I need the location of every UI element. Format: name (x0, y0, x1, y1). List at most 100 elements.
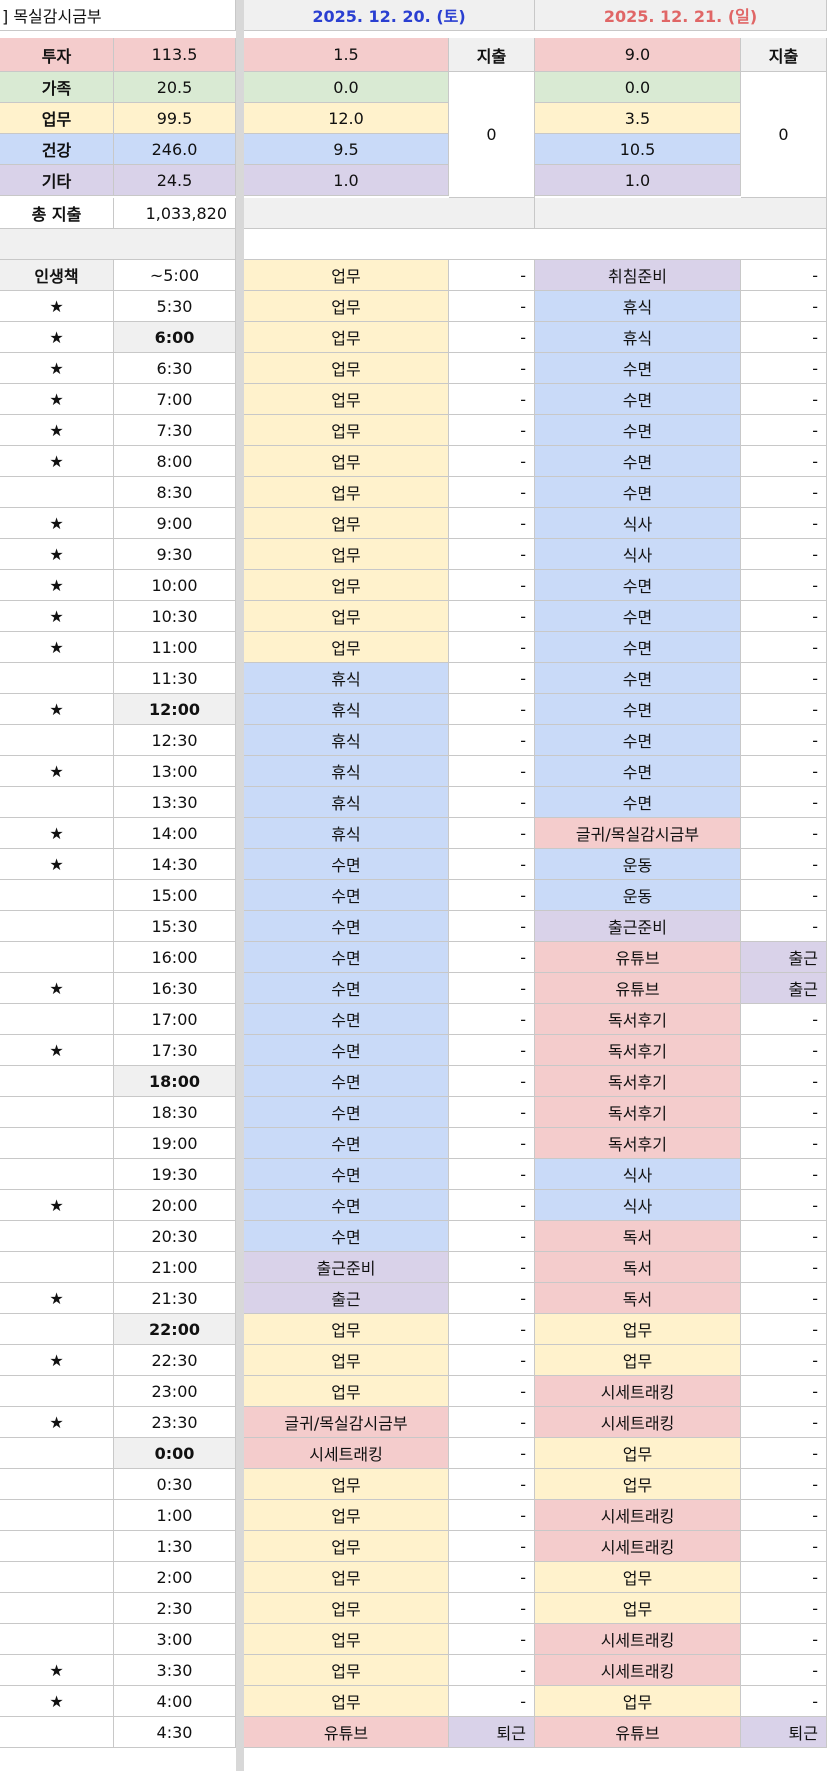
star-mark[interactable] (0, 880, 114, 911)
category-day1[interactable]: 9.5 (244, 134, 449, 165)
time-slot[interactable]: 14:30 (114, 849, 236, 880)
category-day2[interactable]: 1.0 (535, 165, 741, 196)
spend-day1[interactable]: - (449, 1686, 535, 1717)
time-slot[interactable]: 1:00 (114, 1500, 236, 1531)
spend-day1[interactable]: - (449, 508, 535, 539)
activity-day1[interactable]: 업무 (244, 446, 449, 477)
activity-day1[interactable]: 업무 (244, 415, 449, 446)
time-slot[interactable]: 0:30 (114, 1469, 236, 1500)
blank-cell-right[interactable] (244, 229, 827, 260)
category-day2[interactable]: 10.5 (535, 134, 741, 165)
spend-day1[interactable]: - (449, 1097, 535, 1128)
spend-day2[interactable]: - (741, 1562, 827, 1593)
spend-day1[interactable]: - (449, 1035, 535, 1066)
activity-day2[interactable]: 업무 (535, 1686, 741, 1717)
spend-day2[interactable]: - (741, 260, 827, 291)
star-mark[interactable] (0, 1500, 114, 1531)
activity-day1[interactable]: 업무 (244, 1500, 449, 1531)
activity-day1[interactable]: 휴식 (244, 725, 449, 756)
activity-day1[interactable]: 업무 (244, 1686, 449, 1717)
star-mark[interactable]: ★ (0, 322, 114, 353)
activity-day1[interactable]: 수면 (244, 849, 449, 880)
star-mark[interactable]: ★ (0, 1407, 114, 1438)
activity-day1[interactable]: 업무 (244, 384, 449, 415)
spend-day2[interactable]: - (741, 787, 827, 818)
category-total[interactable]: 20.5 (114, 72, 236, 103)
star-mark[interactable] (0, 1314, 114, 1345)
activity-day2[interactable]: 시세트래킹 (535, 1655, 741, 1686)
spend-day1[interactable]: - (449, 1221, 535, 1252)
spend-day2[interactable]: - (741, 1438, 827, 1469)
star-mark[interactable]: ★ (0, 1345, 114, 1376)
spend-day1[interactable]: - (449, 1190, 535, 1221)
time-slot[interactable]: 18:30 (114, 1097, 236, 1128)
time-slot[interactable]: 4:30 (114, 1717, 236, 1748)
spend-day2[interactable]: - (741, 539, 827, 570)
activity-day2[interactable]: 식사 (535, 1159, 741, 1190)
time-slot[interactable]: 21:00 (114, 1252, 236, 1283)
spend-day2[interactable]: - (741, 880, 827, 911)
spend-day2[interactable]: - (741, 1221, 827, 1252)
spend-day1[interactable]: - (449, 415, 535, 446)
activity-day2[interactable]: 유튜브 (535, 942, 741, 973)
spend-day2[interactable]: - (741, 1531, 827, 1562)
sheet-title[interactable]: ] 목실감시금부 (0, 0, 236, 32)
time-slot[interactable]: 10:00 (114, 570, 236, 601)
spend-day1[interactable]: - (449, 1128, 535, 1159)
star-mark[interactable] (0, 663, 114, 694)
category-total[interactable]: 246.0 (114, 134, 236, 165)
spend-day2[interactable]: - (741, 1035, 827, 1066)
activity-day2[interactable]: 수면 (535, 756, 741, 787)
time-slot[interactable]: 4:00 (114, 1686, 236, 1717)
spend-day1[interactable]: - (449, 384, 535, 415)
spend-day2[interactable]: - (741, 1469, 827, 1500)
spend-day2[interactable]: - (741, 911, 827, 942)
star-mark[interactable]: ★ (0, 1190, 114, 1221)
time-slot[interactable]: 17:30 (114, 1035, 236, 1066)
star-mark[interactable] (0, 1624, 114, 1655)
spend-header-day1[interactable]: 지출 (449, 38, 535, 72)
time-slot[interactable]: 7:30 (114, 415, 236, 446)
activity-day1[interactable]: 업무 (244, 632, 449, 663)
spend-day1[interactable]: - (449, 1562, 535, 1593)
star-mark[interactable] (0, 1004, 114, 1035)
activity-day1[interactable]: 업무 (244, 601, 449, 632)
activity-day2[interactable]: 독서 (535, 1283, 741, 1314)
spend-day1[interactable]: - (449, 1655, 535, 1686)
blank-cell-left[interactable] (0, 229, 236, 260)
star-mark[interactable] (0, 942, 114, 973)
activity-day2[interactable]: 휴식 (535, 291, 741, 322)
spend-day2[interactable]: - (741, 1500, 827, 1531)
activity-day2[interactable]: 취침준비 (535, 260, 741, 291)
spend-day2[interactable]: - (741, 1624, 827, 1655)
activity-day2[interactable]: 식사 (535, 539, 741, 570)
activity-day1[interactable]: 업무 (244, 1593, 449, 1624)
spend-day2[interactable]: 출근 (741, 942, 827, 973)
spend-day2[interactable]: - (741, 1407, 827, 1438)
spend-day1[interactable]: - (449, 446, 535, 477)
spend-day1[interactable]: - (449, 1314, 535, 1345)
spend-day1[interactable]: - (449, 1159, 535, 1190)
activity-day1[interactable]: 업무 (244, 570, 449, 601)
category-day2[interactable]: 3.5 (535, 103, 741, 134)
category-label[interactable]: 기타 (0, 165, 114, 196)
spend-value-day1[interactable]: 0 (449, 72, 535, 198)
time-slot[interactable]: 2:30 (114, 1593, 236, 1624)
star-mark[interactable] (0, 1438, 114, 1469)
activity-day2[interactable]: 수면 (535, 570, 741, 601)
star-mark[interactable] (0, 1469, 114, 1500)
activity-day1[interactable]: 업무 (244, 260, 449, 291)
star-mark[interactable] (0, 1252, 114, 1283)
activity-day2[interactable]: 독서후기 (535, 1097, 741, 1128)
time-slot[interactable]: 15:00 (114, 880, 236, 911)
spend-day1[interactable]: - (449, 1624, 535, 1655)
time-slot[interactable]: 20:00 (114, 1190, 236, 1221)
time-slot[interactable]: 23:30 (114, 1407, 236, 1438)
star-mark[interactable]: ★ (0, 446, 114, 477)
activity-day2[interactable]: 수면 (535, 477, 741, 508)
activity-day1[interactable]: 휴식 (244, 787, 449, 818)
activity-day2[interactable]: 운동 (535, 849, 741, 880)
star-mark[interactable]: ★ (0, 756, 114, 787)
star-mark[interactable]: ★ (0, 632, 114, 663)
star-mark[interactable]: ★ (0, 1686, 114, 1717)
